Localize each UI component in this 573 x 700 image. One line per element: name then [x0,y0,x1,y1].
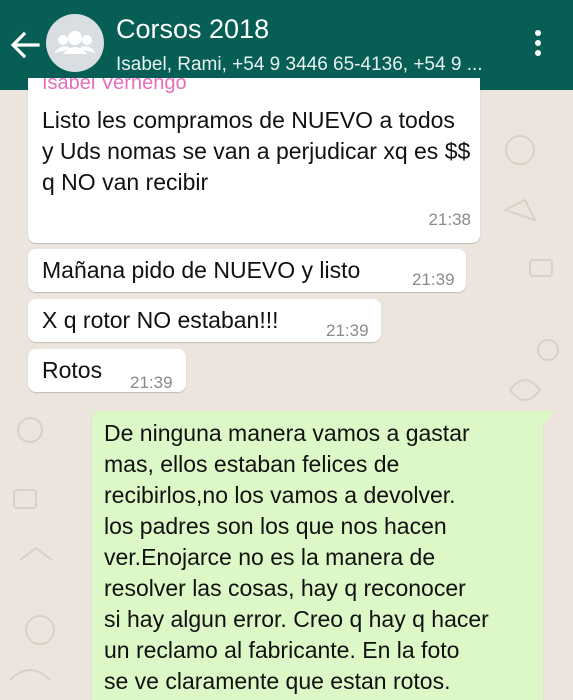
arrow-left-icon [10,31,40,59]
message-time: 21:39 [130,373,173,392]
message-time: 21:38 [428,210,471,229]
chat-title[interactable]: Corsos 2018 [116,14,269,45]
more-options-button[interactable] [532,30,544,60]
message-time: 21:39 [412,270,455,289]
back-button[interactable] [8,30,42,60]
message-bubble-incoming[interactable]: Mañana pido de NUEVO y listo 21:39 [28,249,466,292]
sender-name: Isabel Vernengo [42,78,187,94]
message-time: 21:39 [326,321,369,340]
message-text: X q rotor NO estaban!!! [42,307,279,333]
message-bubble-incoming[interactable]: Rotos 21:39 [28,349,186,392]
group-avatar[interactable] [46,14,104,72]
chat-header: Corsos 2018 Isabel, Rami, +54 9 3446 65-… [0,0,573,90]
message-text: Rotos [42,357,103,383]
message-bubble-incoming[interactable]: Isabel Vernengo Listo les compramos de N… [28,78,480,243]
message-text: De ninguna manera vamos a gastar mas, el… [104,420,489,694]
message-text: Mañana pido de NUEVO y listo [42,257,361,283]
message-text: Listo les compramos de NUEVO a todos y U… [42,107,471,195]
outgoing-bubble-tail [543,411,555,425]
message-bubble-outgoing[interactable]: De ninguna manera vamos a gastar mas, el… [92,411,543,700]
group-icon [54,31,96,54]
more-vertical-icon [535,30,541,36]
participants-list[interactable]: Isabel, Rami, +54 9 3446 65-4136, +54 9 … [116,54,514,76]
message-bubble-incoming[interactable]: X q rotor NO estaban!!! 21:39 [28,299,381,342]
